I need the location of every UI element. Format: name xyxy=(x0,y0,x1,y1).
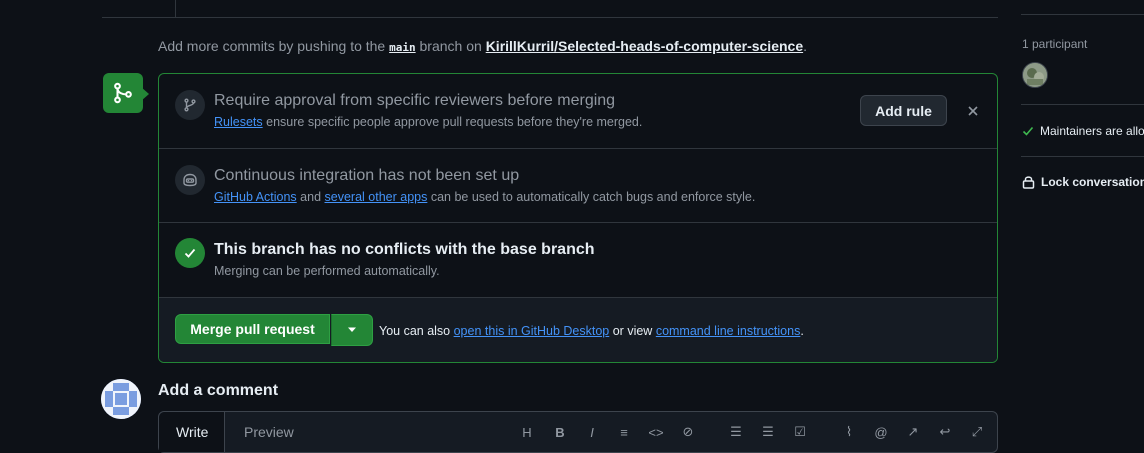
sidebar-divider xyxy=(1021,104,1144,105)
ci-icon-badge xyxy=(175,165,205,195)
merge-pull-request-button[interactable]: Merge pull request xyxy=(175,314,330,344)
command-line-link[interactable]: command line instructions xyxy=(656,324,801,338)
ci-subtitle: GitHub Actions and several other apps ca… xyxy=(214,190,755,204)
dismiss-button[interactable] xyxy=(961,100,985,122)
participants-heading: 1 participant xyxy=(1022,37,1088,51)
lock-icon xyxy=(1022,175,1035,189)
rulesets-subtitle: Rulesets ensure specific people approve … xyxy=(214,115,642,129)
check-icon xyxy=(183,246,197,260)
quote-icon[interactable]: ≡ xyxy=(616,424,632,440)
merge-actions: Merge pull request You can also open thi… xyxy=(159,298,997,362)
rulesets-link[interactable]: Rulesets xyxy=(214,115,263,129)
heading-icon[interactable]: H xyxy=(519,424,535,440)
ci-section: Continuous integration has not been set … xyxy=(159,149,997,223)
merge-status-tile xyxy=(103,73,143,113)
timeline-divider xyxy=(102,17,998,18)
merge-hint-prefix: You can also xyxy=(379,324,451,338)
link-icon[interactable]: ⊘ xyxy=(680,424,696,440)
maintainers-notice: Maintainers are allo xyxy=(1022,124,1144,138)
comment-editor: Write Preview H B I ≡ <> ⊘ ☰ ☰ ☑ ⌇ @ ↗ ↩… xyxy=(158,411,998,453)
x-icon xyxy=(967,105,979,117)
bold-icon[interactable]: B xyxy=(552,424,568,440)
fullscreen-icon[interactable]: ⤢ xyxy=(969,424,985,440)
commit-hint-text: Add more commits by pushing to the xyxy=(158,38,386,54)
participant-avatar[interactable] xyxy=(1022,62,1048,88)
add-rule-button[interactable]: Add rule xyxy=(860,95,947,126)
rulesets-title: Require approval from specific reviewers… xyxy=(214,92,616,109)
sidebar-divider xyxy=(1021,14,1144,15)
attach-icon[interactable]: ⌇ xyxy=(841,424,857,440)
other-apps-link[interactable]: several other apps xyxy=(325,190,428,204)
commit-hint-mid: branch on xyxy=(419,38,482,54)
github-actions-link[interactable]: GitHub Actions xyxy=(214,190,297,204)
commit-hint-suffix: . xyxy=(803,38,807,54)
check-icon xyxy=(1022,125,1034,137)
rulesets-section: Require approval from specific reviewers… xyxy=(159,74,997,149)
ci-and-text: and xyxy=(300,190,322,204)
reference-icon[interactable]: ↗ xyxy=(905,424,921,440)
triangle-down-icon xyxy=(347,327,357,333)
conflicts-subtitle: Merging can be performed automatically. xyxy=(214,264,440,278)
github-desktop-link[interactable]: open this in GitHub Desktop xyxy=(454,324,610,338)
merge-hint: You can also open this in GitHub Desktop… xyxy=(379,324,804,338)
unordered-list-icon[interactable]: ☰ xyxy=(760,424,776,440)
reply-icon[interactable]: ↩ xyxy=(937,424,953,440)
lock-conversation[interactable]: Lock conversation xyxy=(1022,175,1144,189)
commit-hint: Add more commits by pushing to the main … xyxy=(158,38,807,54)
tab-preview[interactable]: Preview xyxy=(244,424,294,440)
git-merge-icon xyxy=(112,82,134,104)
merge-tile-pointer xyxy=(141,87,149,101)
ci-title: Continuous integration has not been set … xyxy=(214,167,520,184)
avatar[interactable] xyxy=(101,379,141,419)
merge-hint-suffix: . xyxy=(800,324,804,338)
code-icon[interactable]: <> xyxy=(648,424,664,440)
ci-text: can be used to automatically catch bugs … xyxy=(430,190,756,204)
merge-options-dropdown[interactable] xyxy=(331,314,373,346)
git-branch-icon xyxy=(183,98,197,112)
check-badge xyxy=(175,238,205,268)
conflicts-section: This branch has no conflicts with the ba… xyxy=(159,223,997,298)
tab-write[interactable]: Write xyxy=(159,412,225,452)
repo-link[interactable]: KirillKurril/Selected-heads-of-computer-… xyxy=(486,38,803,54)
merge-box: Require approval from specific reviewers… xyxy=(158,73,998,363)
add-comment-heading: Add a comment xyxy=(158,382,279,399)
timeline-connector xyxy=(175,0,176,17)
rulesets-text: ensure specific people approve pull requ… xyxy=(266,115,643,129)
ordered-list-icon[interactable]: ☰ xyxy=(728,424,744,440)
branch-icon-badge xyxy=(175,90,205,120)
maintainers-text: Maintainers are allo xyxy=(1040,124,1144,138)
mention-icon[interactable]: @ xyxy=(873,424,889,440)
sidebar-divider xyxy=(1021,156,1144,157)
branch-name[interactable]: main xyxy=(389,41,416,54)
italic-icon[interactable]: I xyxy=(584,424,600,440)
conflicts-title: This branch has no conflicts with the ba… xyxy=(214,241,595,258)
copilot-icon xyxy=(182,173,198,187)
lock-text: Lock conversation xyxy=(1041,175,1144,189)
merge-hint-mid: or view xyxy=(612,324,653,338)
task-list-icon[interactable]: ☑ xyxy=(792,424,808,440)
